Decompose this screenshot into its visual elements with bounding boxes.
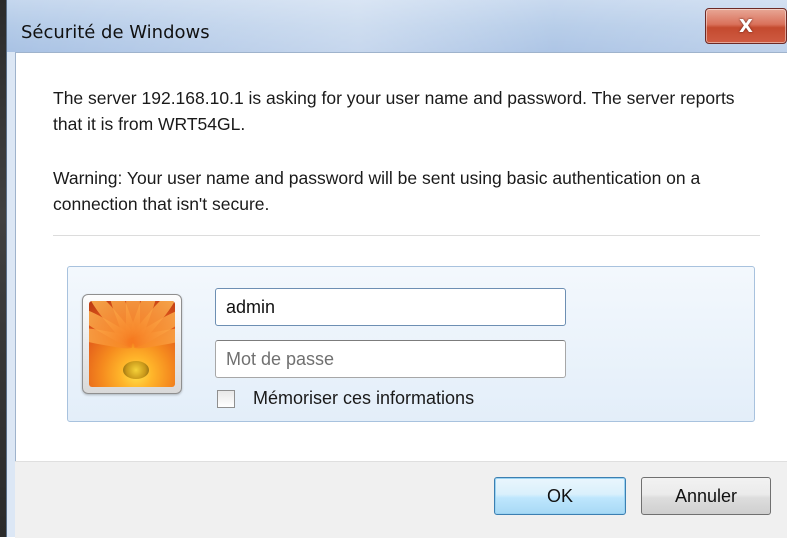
dialog-footer: OK Annuler <box>15 461 787 538</box>
avatar-image <box>89 301 175 387</box>
credential-dialog: Sécurité de Windows X The server 192.168… <box>6 0 787 538</box>
credential-panel: Mémoriser ces informations <box>67 266 755 422</box>
user-avatar-flower-icon <box>82 294 182 394</box>
server-message: The server 192.168.10.1 is asking for yo… <box>53 88 735 134</box>
remember-credentials-option[interactable]: Mémoriser ces informations <box>217 388 474 409</box>
close-button[interactable]: X <box>705 8 787 44</box>
security-warning: Warning: Your user name and password wil… <box>53 168 701 214</box>
flower-center <box>123 361 149 379</box>
ok-button[interactable]: OK <box>494 477 626 515</box>
window-title: Sécurité de Windows <box>21 22 210 43</box>
title-bar[interactable]: Sécurité de Windows X <box>7 0 787 52</box>
remember-checkbox[interactable] <box>217 389 235 408</box>
divider <box>53 235 760 236</box>
dialog-content: The server 192.168.10.1 is asking for yo… <box>15 52 787 462</box>
password-input[interactable] <box>215 340 566 378</box>
username-input[interactable] <box>215 288 566 326</box>
cancel-button[interactable]: Annuler <box>641 477 771 515</box>
close-icon: X <box>739 15 753 37</box>
remember-label: Mémoriser ces informations <box>253 388 475 408</box>
